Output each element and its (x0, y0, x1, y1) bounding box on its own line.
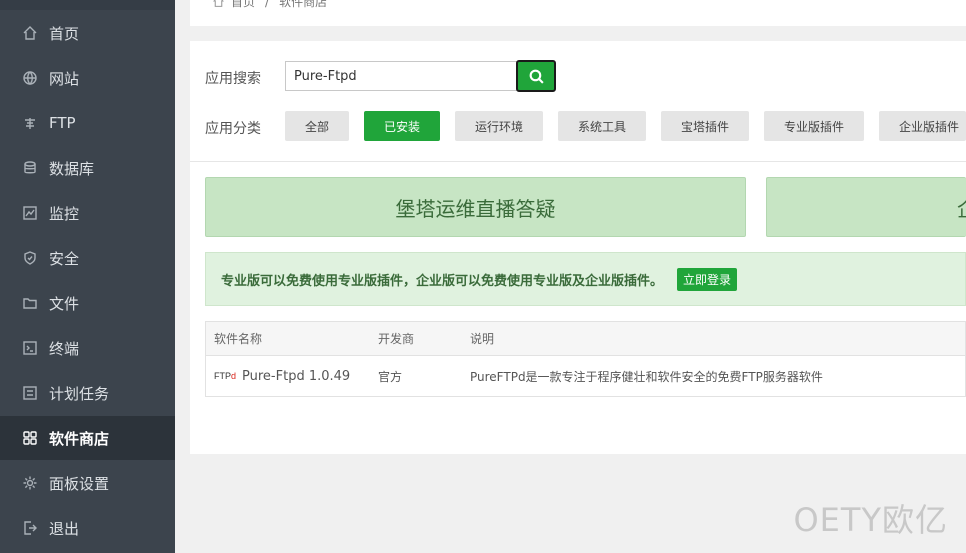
home-icon (213, 0, 224, 7)
search-input[interactable] (285, 61, 517, 91)
category-label: 应用分类 (205, 121, 261, 137)
search-label: 应用搜索 (205, 71, 261, 87)
ftp-icon (22, 115, 38, 131)
category-system-tools[interactable]: 系统工具 (558, 111, 646, 141)
notice-text: 专业版可以免费使用专业版插件，企业版可以免费使用专业版及企业版插件。 (221, 273, 664, 289)
login-button[interactable]: 立即登录 (677, 267, 738, 291)
banner-secondary[interactable]: 企 (766, 177, 966, 237)
main-panel: 应用搜索 应用分类 全部 已安装 运行环境 系统工具 宝塔插件 专业版插件 企业… (190, 41, 966, 454)
gear-icon (22, 475, 38, 491)
category-all[interactable]: 全部 (285, 111, 349, 141)
breadcrumb-bar: 首页 / 软件商店 (190, 0, 966, 26)
breadcrumb-separator: / (265, 0, 270, 9)
sidebar-item-home[interactable]: 首页 (0, 11, 175, 55)
sidebar-item-terminal[interactable]: 终端 (0, 326, 175, 370)
logout-icon (22, 520, 38, 536)
monitor-icon (22, 205, 38, 221)
divider (190, 161, 966, 162)
table-header: 软件名称 开发商 说明 (206, 322, 965, 356)
software-table: 软件名称 开发商 说明 FTPd Pure-Ftpd 1.0.49 官方 Pur… (205, 321, 966, 397)
home-icon (22, 25, 38, 41)
sidebar-item-label: 计划任务 (49, 384, 110, 403)
sidebar-item-logout[interactable]: 退出 (0, 506, 175, 550)
sidebar-item-label: 面板设置 (49, 474, 110, 493)
sidebar-item-label: 退出 (49, 519, 80, 538)
sidebar-item-security[interactable]: 安全 (0, 236, 175, 280)
cell-vendor: 官方 (378, 369, 403, 384)
search-icon (529, 69, 544, 84)
sidebar-top-strip (0, 0, 175, 10)
sidebar-item-cron[interactable]: 计划任务 (0, 371, 175, 415)
shield-icon (22, 250, 38, 266)
header-vendor[interactable]: 开发商 (378, 330, 414, 347)
category-installed[interactable]: 已安装 (364, 111, 440, 141)
sidebar-item-settings[interactable]: 面板设置 (0, 461, 175, 505)
category-pro-plugins[interactable]: 专业版插件 (764, 111, 864, 141)
breadcrumb: 首页 / 软件商店 (212, 0, 327, 10)
sidebar-item-files[interactable]: 文件 (0, 281, 175, 325)
globe-icon (22, 70, 38, 86)
category-enterprise-plugins[interactable]: 企业版插件 (879, 111, 966, 141)
breadcrumb-home[interactable]: 首页 (231, 0, 255, 10)
sidebar: 首页 网站 FTP 数据库 监控 安全 文件 终端 计划任务 软件商店 面板设置 (0, 0, 175, 553)
sidebar-item-label: 网站 (49, 69, 80, 88)
category-bt-plugins[interactable]: 宝塔插件 (661, 111, 749, 141)
header-name[interactable]: 软件名称 (214, 330, 262, 347)
category-runtime[interactable]: 运行环境 (455, 111, 543, 141)
watermark: OETY欧亿 (793, 501, 948, 539)
cell-name: FTPd Pure-Ftpd 1.0.49 (214, 369, 350, 384)
sidebar-item-label: 监控 (49, 204, 80, 223)
software-name[interactable]: Pure-Ftpd 1.0.49 (242, 369, 350, 384)
banner-live-qa[interactable]: 堡塔运维直播答疑 (205, 177, 746, 237)
sidebar-item-label: 安全 (49, 249, 80, 268)
grid-icon (22, 430, 38, 446)
sidebar-item-label: 终端 (49, 339, 80, 358)
sidebar-item-ftp[interactable]: FTP (0, 101, 175, 145)
header-description[interactable]: 说明 (470, 330, 494, 347)
database-icon (22, 160, 38, 176)
sidebar-item-label: 首页 (49, 24, 80, 43)
sidebar-item-website[interactable]: 网站 (0, 56, 175, 100)
sidebar-item-label: 软件商店 (49, 429, 110, 448)
sidebar-item-database[interactable]: 数据库 (0, 146, 175, 190)
breadcrumb-current: 软件商店 (279, 0, 328, 9)
upgrade-notice: 专业版可以免费使用专业版插件，企业版可以免费使用专业版及企业版插件。 立即登录 (205, 252, 966, 306)
search-button[interactable] (516, 60, 556, 92)
pure-ftpd-logo-icon: FTPd (214, 371, 237, 381)
sidebar-item-label: 文件 (49, 294, 80, 313)
sidebar-item-monitor[interactable]: 监控 (0, 191, 175, 235)
sidebar-item-label: 数据库 (49, 159, 95, 178)
sidebar-item-store[interactable]: 软件商店 (0, 416, 175, 460)
table-row[interactable]: FTPd Pure-Ftpd 1.0.49 官方 PureFTPd是一款专注于程… (206, 356, 965, 396)
list-icon (22, 385, 38, 401)
terminal-icon (22, 340, 38, 356)
folder-icon (22, 295, 38, 311)
sidebar-item-label: FTP (49, 114, 76, 132)
cell-description: PureFTPd是一款专注于程序健壮和软件安全的免费FTP服务器软件 (470, 369, 823, 384)
